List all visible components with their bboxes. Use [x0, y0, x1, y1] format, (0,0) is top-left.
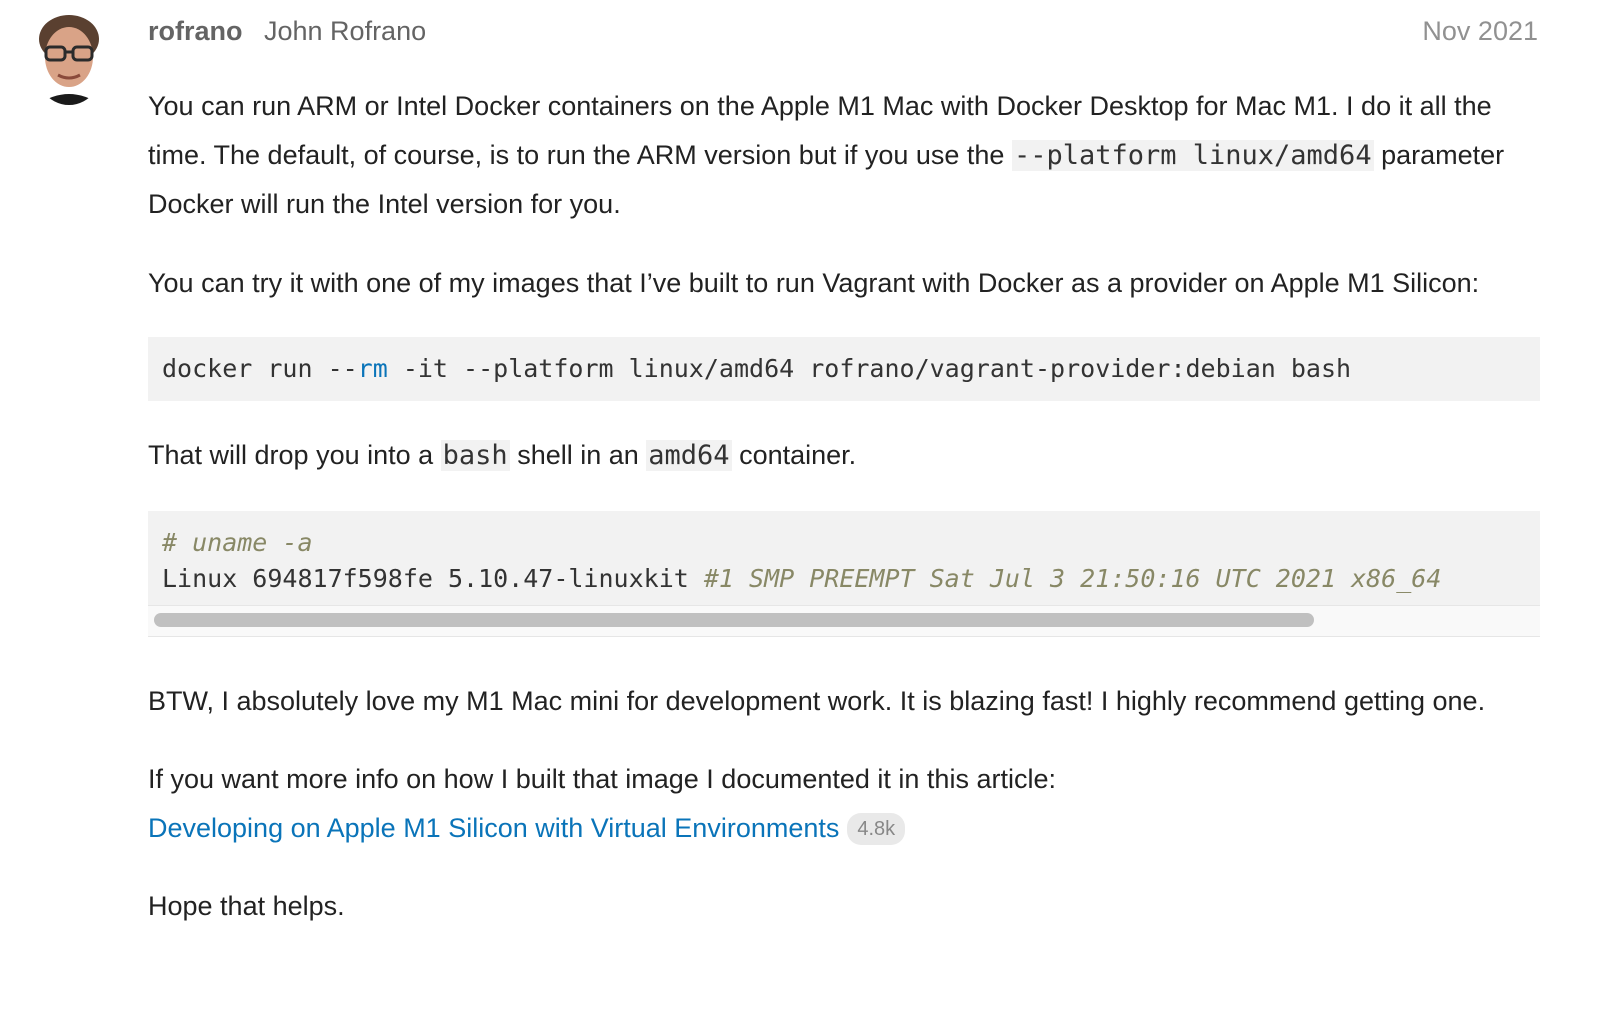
post-date[interactable]: Nov 2021 [1422, 16, 1538, 47]
post-header: rofrano John Rofrano Nov 2021 [148, 8, 1538, 48]
link-click-count-badge: 4.8k [847, 812, 906, 845]
code-block-docker-run[interactable]: docker run --rm -it --platform linux/amd… [148, 337, 1540, 401]
code-block-scrollbar[interactable] [148, 604, 1540, 637]
paragraph-5-text: If you want more info on how I built tha… [148, 764, 1056, 794]
paragraph-3-text-a: That will drop you into a [148, 440, 441, 470]
paragraph-3-text-c: container. [731, 440, 857, 470]
article-link[interactable]: Developing on Apple M1 Silicon with Virt… [148, 813, 839, 843]
inline-code-platform: --platform linux/amd64 [1011, 139, 1374, 171]
post-body: You can run ARM or Intel Docker containe… [148, 82, 1540, 961]
code-2-line-2-plain: Linux 694817f598fe 5.10.47-linuxkit [162, 563, 704, 593]
paragraph-4: BTW, I absolutely love my M1 Mac mini fo… [148, 685, 1486, 716]
paragraph-6: Hope that helps. [148, 891, 345, 921]
code-1-keyword: rm [357, 354, 388, 383]
scrollbar-thumb[interactable] [154, 612, 1314, 627]
code-1-post: -it --platform linux/amd64 rofrano/vagra… [387, 354, 1352, 383]
code-1-pre: docker run -- [162, 354, 358, 383]
code-2-line-2-comment: #1 SMP PREEMPT Sat Jul 3 21:50:16 UTC 20… [703, 563, 1442, 593]
paragraph-1: You can run ARM or Intel Docker containe… [148, 82, 1540, 229]
username[interactable]: rofrano [148, 16, 243, 47]
inline-code-bash: bash [440, 440, 510, 471]
inline-code-amd64: amd64 [646, 440, 732, 471]
code-block-uname[interactable]: # uname -a Linux 694817f598fe 5.10.47-li… [148, 510, 1540, 605]
avatar[interactable] [31, 9, 107, 105]
code-2-line-1: # uname -a [162, 527, 313, 557]
paragraph-2: You can try it with one of my images tha… [148, 267, 1480, 298]
paragraph-3-text-b: shell in an [509, 440, 647, 470]
full-name[interactable]: John Rofrano [264, 16, 426, 47]
paragraph-5: If you want more info on how I built tha… [148, 755, 1540, 852]
paragraph-3: That will drop you into a bash shell in … [148, 431, 1540, 481]
